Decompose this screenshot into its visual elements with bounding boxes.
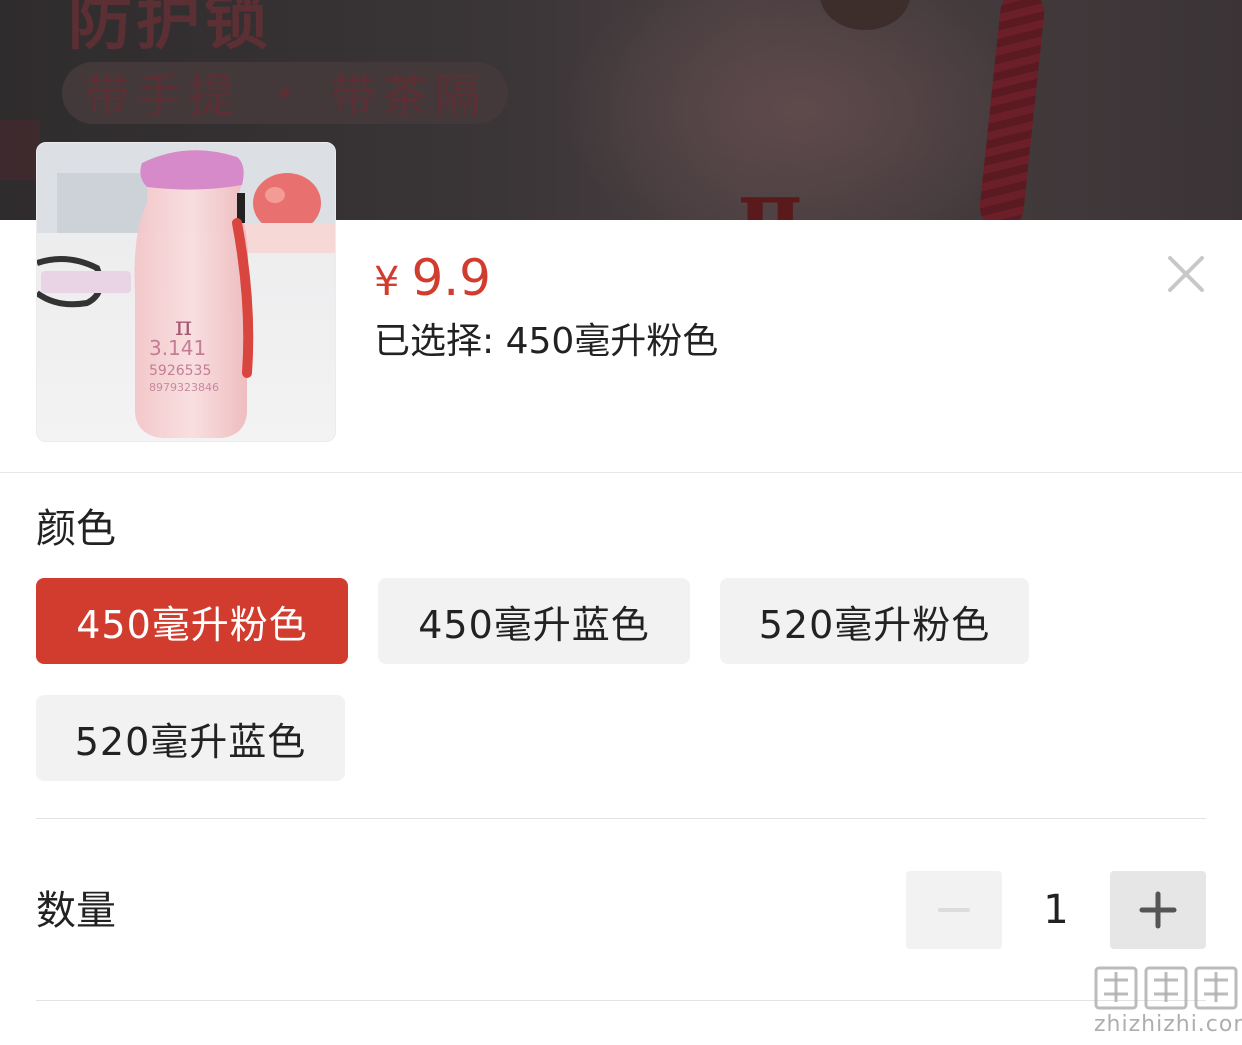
plus-icon: [1139, 891, 1177, 929]
minus-icon: [938, 908, 970, 912]
banner-pi-symbol: π: [738, 160, 803, 220]
selected-variant-text: 已选择: 450毫升粉色: [374, 321, 719, 362]
close-icon: [1168, 256, 1204, 292]
price-currency: ¥: [374, 259, 400, 305]
quantity-increase-button[interactable]: [1110, 871, 1206, 949]
svg-text:5926535: 5926535: [149, 363, 211, 379]
quantity-value[interactable]: 1: [1002, 871, 1110, 949]
color-option-520ml-blue[interactable]: 520毫升蓝色: [36, 695, 345, 781]
quantity-section-label: 数量: [36, 888, 116, 934]
color-option-450ml-blue[interactable]: 450毫升蓝色: [378, 578, 690, 664]
header-divider: [0, 472, 1242, 473]
color-section-divider: [36, 818, 1206, 819]
quantity-decrease-button[interactable]: [906, 871, 1002, 949]
svg-text:8979323846: 8979323846: [149, 381, 219, 394]
color-option-450ml-pink[interactable]: 450毫升粉色: [36, 578, 348, 664]
banner-feature-pill: 带手提 带茶隔: [62, 62, 508, 124]
banner-tag-handle: 带手提: [84, 69, 240, 123]
color-option-520ml-pink[interactable]: 520毫升粉色: [720, 578, 1029, 664]
product-price: ¥9.9: [374, 248, 491, 312]
watermark-site-url: zhizhizhi.com: [1094, 1012, 1242, 1037]
banner-tag-tea-filter: 带茶隔: [330, 69, 486, 123]
close-button[interactable]: [1160, 248, 1212, 300]
price-value: 9.9: [411, 249, 491, 307]
product-thumbnail: π 3.141 5926535 8979323846: [36, 142, 336, 442]
color-section-label: 颜色: [36, 506, 116, 552]
pink-water-bottle-image: π 3.141 5926535 8979323846: [37, 143, 335, 441]
svg-text:3.141: 3.141: [149, 336, 206, 360]
banner-tag-separator: [280, 88, 290, 98]
quantity-section-divider: [36, 1000, 1206, 1001]
banner-title: 防护锁: [68, 0, 272, 59]
banner-left-decoration: [0, 120, 40, 180]
